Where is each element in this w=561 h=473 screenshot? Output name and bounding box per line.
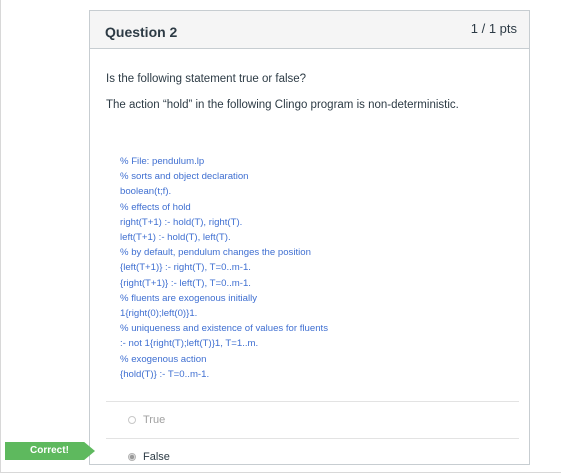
- code-line: % fluents are exogenous initially: [120, 292, 258, 304]
- code-line: 1{right(0);left(0)}1.: [120, 308, 198, 320]
- code-line: % uniqueness and existence of values for…: [120, 323, 328, 335]
- radio-button-selected[interactable]: [128, 453, 136, 461]
- clingo-code-block: % File: pendulum.lp % sorts and object d…: [120, 154, 328, 382]
- answer-divider: [106, 401, 519, 402]
- radio-button[interactable]: [128, 416, 136, 424]
- code-line: % by default, pendulum changes the posit…: [120, 247, 311, 259]
- question-points: 1 / 1 pts: [470, 21, 517, 36]
- code-line: % File: pendulum.lp: [120, 156, 205, 167]
- question-header: Question 2 1 / 1 pts: [90, 11, 529, 49]
- code-line: % sorts and object declaration: [120, 171, 249, 183]
- code-line: {left(T+1)} :- right(T), T=0..m-1.: [120, 262, 251, 274]
- code-line: :- not 1{right(T);left(T)}1, T=1..m.: [120, 338, 259, 350]
- question-statement: The action “hold” in the following Cling…: [106, 99, 459, 111]
- code-line: boolean(t;f).: [120, 186, 172, 198]
- answer-option-true[interactable]: True: [128, 414, 165, 426]
- left-border: [0, 0, 1, 473]
- correct-answer-badge: Correct!: [5, 442, 95, 460]
- code-line: {right(T+1)} :- left(T), T=0..m-1.: [120, 277, 251, 289]
- code-line: right(T+1) :- hold(T), right(T).: [120, 216, 243, 228]
- question-card: Question 2 1 / 1 pts Is the following st…: [89, 10, 530, 465]
- question-title: Question 2: [105, 23, 178, 40]
- code-line: left(T+1) :- hold(T), left(T).: [120, 232, 231, 244]
- code-line: {hold(T)} :- T=0..m-1.: [120, 368, 210, 380]
- answer-divider: [106, 438, 519, 439]
- answer-label: True: [143, 414, 166, 426]
- code-line: % exogenous action: [120, 353, 207, 365]
- quiz-page: Question 2 1 / 1 pts Is the following st…: [0, 0, 561, 473]
- code-line: % effects of hold: [120, 201, 191, 213]
- answer-label: False: [143, 451, 170, 463]
- answer-option-false[interactable]: False: [128, 451, 170, 463]
- question-prompt: Is the following statement true or false…: [106, 73, 307, 85]
